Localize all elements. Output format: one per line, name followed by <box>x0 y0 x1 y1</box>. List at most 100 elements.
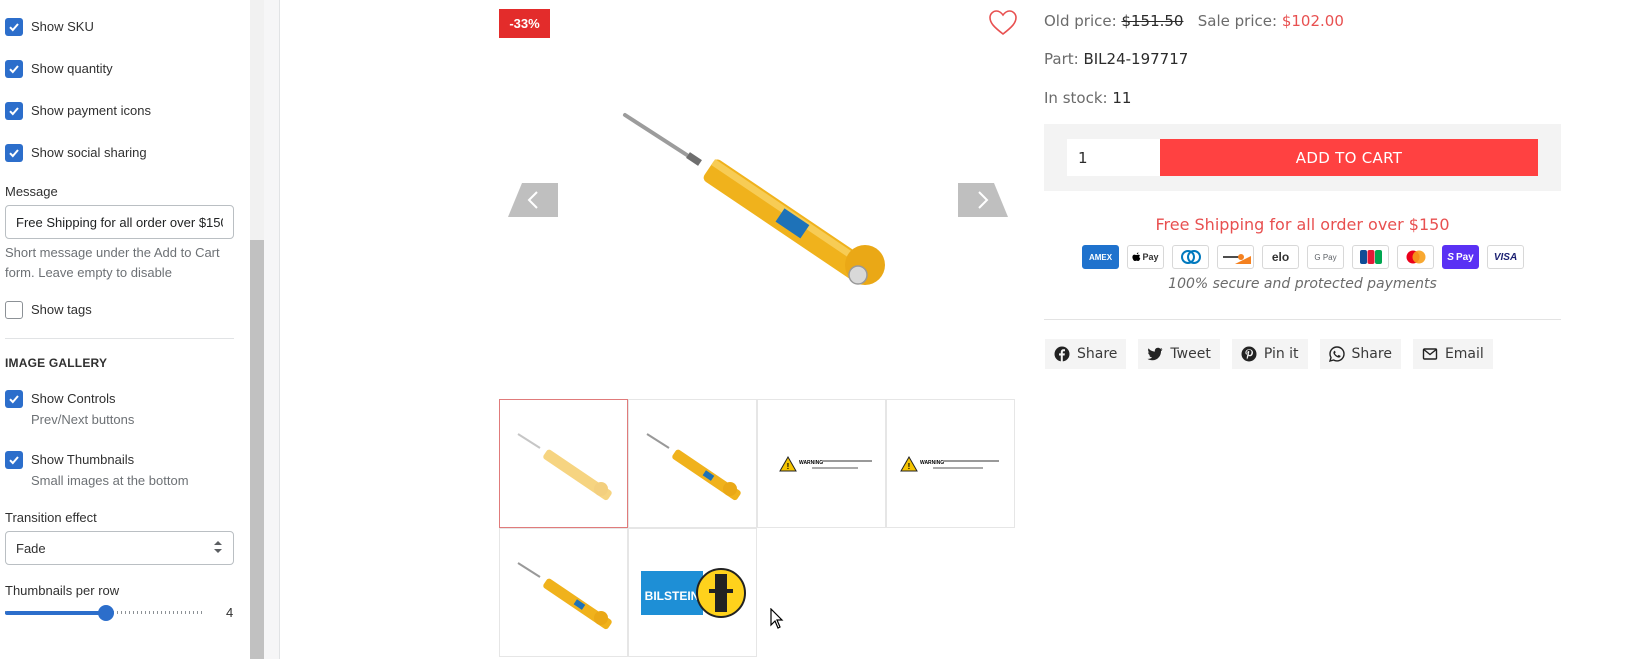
checkbox-label: Show SKU <box>31 19 94 34</box>
sale-price-value: $102.00 <box>1281 12 1344 30</box>
show-quantity-checkbox[interactable]: Show quantity <box>5 60 113 78</box>
gallery-prev-button[interactable] <box>508 183 558 217</box>
info-divider <box>1044 319 1561 320</box>
show-social-sharing-checkbox[interactable]: Show social sharing <box>5 144 147 162</box>
thumbnails-per-row-slider[interactable] <box>5 604 210 622</box>
message-label: Message <box>5 184 58 199</box>
add-to-cart-button[interactable]: ADD TO CART <box>1160 139 1538 176</box>
main-product-image[interactable] <box>600 95 910 305</box>
discount-badge: -33% <box>499 9 550 38</box>
apple-pay-icon: Pay <box>1127 245 1164 269</box>
thumbnail-shock-2[interactable] <box>499 528 628 657</box>
quantity-input[interactable]: 1 <box>1067 139 1160 176</box>
thumbnail-shock[interactable] <box>628 399 757 528</box>
price-line: Old price: $151.50 Sale price: $102.00 <box>1044 12 1344 30</box>
select-value: Fade <box>16 540 46 556</box>
social-share-buttons: Share Tweet Pin it Share Email <box>1045 339 1493 369</box>
stock-label: In stock: <box>1044 89 1108 107</box>
section-divider <box>5 338 234 339</box>
bilstein-logo-text: BILSTEIN <box>645 589 700 603</box>
share-label: Email <box>1444 346 1484 362</box>
part-line: Part: BIL24-197717 <box>1044 50 1188 68</box>
whatsapp-icon <box>1328 346 1345 362</box>
show-controls-checkbox[interactable]: Show Controls Prev/Next buttons <box>5 390 134 428</box>
mouse-cursor-icon <box>770 608 784 629</box>
checkbox-checked-icon <box>5 390 23 408</box>
share-label: Pin it <box>1263 346 1299 362</box>
warning-label: WARNING <box>799 460 823 466</box>
part-label: Part: <box>1044 50 1079 68</box>
checkbox-label: Show Controls <box>31 391 116 406</box>
gallery-next-button[interactable] <box>958 183 1008 217</box>
twitter-icon <box>1147 347 1163 361</box>
old-price-value: $151.50 <box>1121 12 1184 30</box>
show-payment-icons-checkbox[interactable]: Show payment icons <box>5 102 151 120</box>
checkbox-label: Show social sharing <box>31 145 147 160</box>
svg-text:!: ! <box>787 462 790 471</box>
chevron-right-icon <box>978 191 989 209</box>
preview-frame-edge <box>264 0 280 659</box>
elo-icon: elo <box>1262 245 1299 269</box>
checkbox-checked-icon <box>5 60 23 78</box>
old-price-label: Old price: <box>1044 12 1117 30</box>
checkbox-label: Show Thumbnails <box>31 452 135 467</box>
mastercard-icon <box>1397 245 1434 269</box>
checkbox-checked-icon <box>5 18 23 36</box>
visa-icon: VISA <box>1487 245 1524 269</box>
diners-icon <box>1172 245 1209 269</box>
svg-text:!: ! <box>908 462 911 471</box>
theme-settings-panel: Show SKU Show quantity Show payment icon… <box>0 0 250 659</box>
thumbnail-shock-faded[interactable] <box>499 399 628 528</box>
wishlist-heart-icon[interactable] <box>988 8 1018 38</box>
secure-payments-text: 100% secure and protected payments <box>1168 276 1437 292</box>
amex-icon: AMEX <box>1082 245 1119 269</box>
message-help-text: Short message under the Add to Cart form… <box>5 245 220 280</box>
part-value: BIL24-197717 <box>1083 50 1189 68</box>
discover-icon <box>1217 245 1254 269</box>
share-label: Share <box>1077 346 1118 362</box>
checkbox-label: Show payment icons <box>31 103 151 118</box>
share-label: Share <box>1351 346 1392 362</box>
panel-scrollbar-thumb[interactable] <box>250 240 264 659</box>
facebook-share-button[interactable]: Share <box>1045 339 1127 369</box>
checkbox-checked-icon <box>5 451 23 469</box>
select-arrows-icon <box>213 540 223 557</box>
show-thumbnails-checkbox[interactable]: Show Thumbnails Small images at the bott… <box>5 451 189 489</box>
sale-price-label: Sale price: <box>1197 12 1278 30</box>
share-label: Tweet <box>1170 346 1211 362</box>
thumbnail-bilstein-logo[interactable]: BILSTEIN <box>628 528 757 657</box>
pinterest-share-button[interactable]: Pin it <box>1231 339 1308 369</box>
checkbox-checked-icon <box>5 102 23 120</box>
shop-pay-icon: S Pay <box>1442 245 1479 269</box>
stock-line: In stock: 11 <box>1044 89 1131 107</box>
payment-icons: AMEX Pay elo G Pay S Pay VISA <box>1082 245 1524 269</box>
whatsapp-share-button[interactable]: Share <box>1319 339 1401 369</box>
message-input[interactable] <box>5 205 234 239</box>
transition-effect-select[interactable]: Fade <box>5 531 234 565</box>
chevron-left-icon <box>527 191 538 209</box>
shipping-message: Free Shipping for all order over $150 <box>1155 215 1450 234</box>
checkbox-checked-icon <box>5 144 23 162</box>
warning-label: WARNING <box>920 460 944 466</box>
thumbnail-warning-2[interactable]: ! WARNING <box>886 399 1015 528</box>
email-icon <box>1422 348 1438 360</box>
checkbox-label: Show tags <box>31 302 92 317</box>
checkbox-label: Show quantity <box>31 61 113 76</box>
slider-fill <box>5 611 105 615</box>
show-sku-checkbox[interactable]: Show SKU <box>5 18 94 36</box>
jcb-icon <box>1352 245 1389 269</box>
pinterest-icon <box>1241 346 1257 362</box>
image-gallery-heading: IMAGE GALLERY <box>5 356 108 370</box>
stock-value: 11 <box>1112 89 1132 107</box>
email-share-button[interactable]: Email <box>1412 339 1493 369</box>
slider-handle[interactable] <box>98 605 114 621</box>
thumbnail-warning-1[interactable]: ! WARNING <box>757 399 886 528</box>
thumbnails-per-row-label: Thumbnails per row <box>5 583 120 598</box>
transition-effect-label: Transition effect <box>5 510 97 525</box>
facebook-icon <box>1054 346 1070 362</box>
checkbox-help-text: Small images at the bottom <box>31 473 189 488</box>
slider-value: 4 <box>226 605 234 620</box>
show-tags-checkbox[interactable]: Show tags <box>5 301 92 319</box>
google-pay-icon: G Pay <box>1307 245 1344 269</box>
twitter-share-button[interactable]: Tweet <box>1138 339 1220 369</box>
